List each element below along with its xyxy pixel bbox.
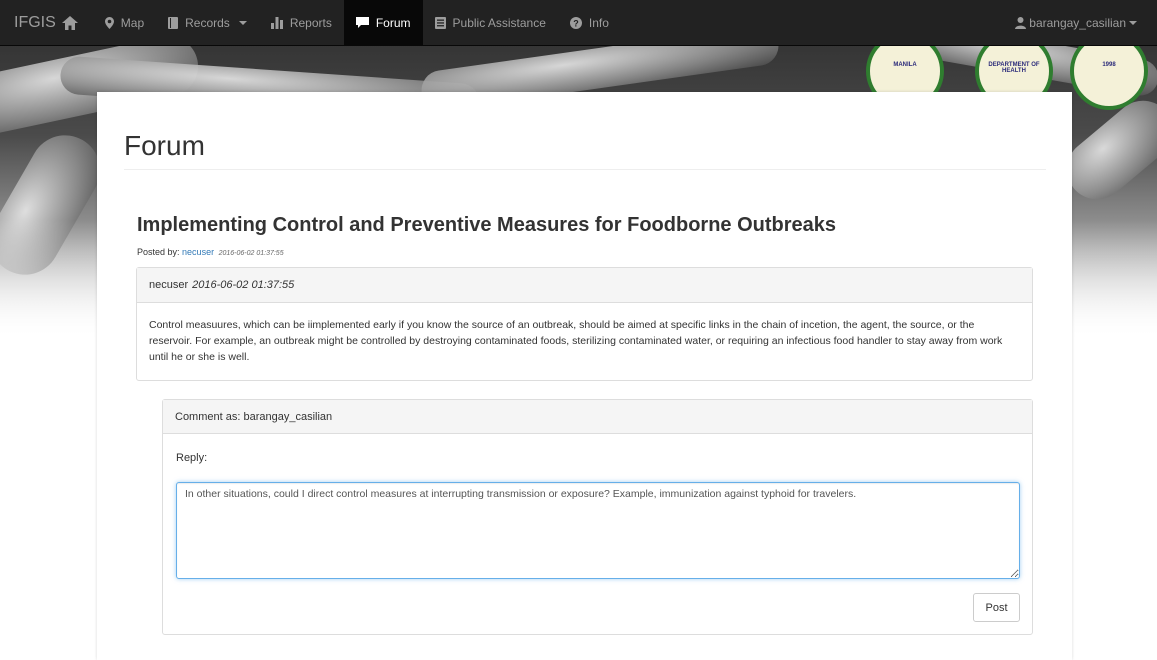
caret-down-icon [1129,20,1137,25]
thread-title: Implementing Control and Preventive Meas… [137,214,837,236]
page-title: Forum [124,130,205,161]
nav-records-dropdown[interactable]: Records [156,0,259,46]
home-icon [61,15,78,30]
user-menu-label: barangay_casilian [1029,15,1126,30]
thread-meta: Posted by: necuser 2016-06-02 01:37:55 [137,247,284,257]
caret-down-icon [238,20,247,25]
reply-label: Reply: [176,452,208,464]
brand-link[interactable]: IFGIS [0,0,93,46]
comment-panel: Comment as: barangay_casilian Reply: In … [162,399,1033,635]
map-marker-icon [104,16,114,29]
nav-records-label: Records [185,15,230,30]
nav-forum-label: Forum [375,15,411,30]
list-alt-icon [434,16,446,29]
user-menu-dropdown[interactable]: barangay_casilian [1003,0,1157,46]
book-icon [168,16,179,29]
nav-map-label: Map [120,15,145,30]
svg-text:?: ? [573,18,579,28]
comment-icon [355,16,369,28]
nav-reports-label: Reports [289,15,332,30]
nav-public-assistance[interactable]: Public Assistance [423,0,558,46]
post-button[interactable]: Post [973,593,1020,622]
nav-info-label: Info [588,15,609,30]
thread-author-link[interactable]: necuser [182,247,214,257]
nav-info[interactable]: ? Info [558,0,621,46]
post-date: 2016-06-02 01:37:55 [192,279,295,291]
nav-public-assistance-label: Public Assistance [452,15,546,30]
nav-forum[interactable]: Forum [343,0,423,46]
question-sign-icon: ? [569,16,582,29]
thread-date: 2016-06-02 01:37:55 [218,250,284,257]
user-icon [1015,16,1027,29]
title-divider [124,169,1046,170]
post-body: Control measuures, which can be iimpleme… [149,319,1003,363]
top-navbar: IFGIS Map Records Reports Forum Public A… [0,0,1157,46]
bar-chart-icon [270,16,283,29]
nav-reports[interactable]: Reports [259,0,344,46]
main-content: Forum Implementing Control and Preventiv… [97,92,1072,660]
posted-by-label: Posted by: [137,247,180,257]
reply-textarea[interactable]: In other situations, could I direct cont… [176,482,1020,579]
post-panel: necuser 2016-06-02 01:37:55 Control meas… [136,267,1033,381]
nav-map[interactable]: Map [93,0,156,46]
comment-heading: Comment as: barangay_casilian [163,400,1032,434]
brand-text: IFGIS [14,13,56,31]
post-author: necuser [149,279,189,291]
post-heading: necuser 2016-06-02 01:37:55 [137,268,1032,303]
